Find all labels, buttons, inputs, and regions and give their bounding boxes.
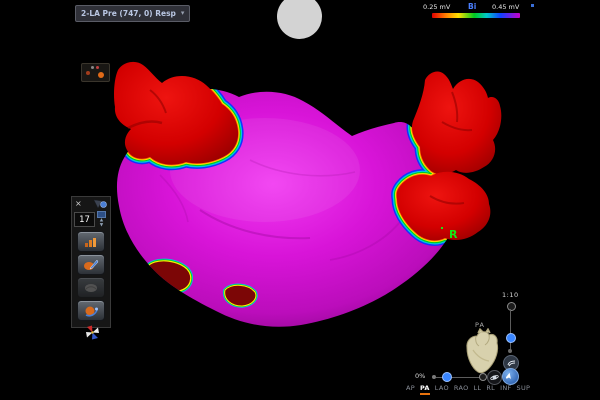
point-marker-button[interactable]	[77, 300, 105, 321]
map-edit-icon	[83, 259, 99, 271]
rotate-view-button[interactable]	[502, 368, 519, 385]
spinner-value[interactable]: 17	[74, 212, 95, 227]
right-upper-pv-region	[412, 72, 501, 175]
zoom-slider-track[interactable]	[510, 309, 511, 350]
left-pv-region	[114, 62, 238, 165]
carto-mapping-window: R 2-LA Pre (747, 0) Resp ▾ 0.25 mV Bi 0.…	[0, 0, 600, 400]
scale-max-label[interactable]: 0.45 mV	[492, 3, 519, 11]
zoom-slider-handle[interactable]	[506, 333, 516, 343]
opacity-value-label: 0%	[415, 372, 425, 380]
view-button-inf[interactable]: INF	[500, 384, 511, 393]
voltage-map-icon	[83, 236, 99, 248]
view-button-pa[interactable]: PA	[420, 384, 430, 395]
heart-orientation-icon[interactable]	[463, 328, 501, 376]
view-button-ll[interactable]: LL	[474, 384, 482, 393]
chevron-down-icon: ▾	[181, 10, 185, 17]
map-selector-label: 2-LA Pre (747, 0) Resp	[81, 9, 176, 18]
marker-dot-icon	[86, 71, 90, 75]
map-edit-button[interactable]	[77, 254, 105, 275]
fill-threshold-spinner: 17 ▲ ▼	[72, 210, 110, 229]
opacity-slider-end-knob[interactable]	[479, 373, 487, 381]
point-marker-icon	[83, 305, 99, 317]
pinwheel-icon[interactable]	[84, 324, 101, 341]
opacity-slider-handle[interactable]	[442, 372, 452, 382]
view-button-sup[interactable]: SUP	[517, 384, 531, 393]
scale-min-label[interactable]: 0.25 mV	[423, 3, 450, 11]
zoom-slider-top-knob[interactable]	[507, 302, 516, 311]
voltage-map-button[interactable]	[77, 231, 105, 252]
close-icon[interactable]: ×	[75, 200, 82, 208]
annotation-thumbnail[interactable]	[81, 63, 110, 82]
marker-dot	[441, 227, 443, 229]
view-button-rao[interactable]: RAO	[454, 384, 469, 393]
view-button-ap[interactable]: AP	[406, 384, 415, 393]
marker-dot-icon	[96, 66, 99, 69]
orientation-marker-label: R	[449, 228, 458, 241]
hand-icon	[507, 360, 516, 367]
view-button-rl[interactable]: RL	[486, 384, 495, 393]
view-button-lao[interactable]: LAO	[435, 384, 449, 393]
orbit-view-button[interactable]	[487, 370, 502, 385]
surface-tool-icon	[83, 282, 99, 294]
orbit-icon	[490, 373, 499, 382]
view-orientation-bar: AP PA LAO RAO LL RL INF SUP	[406, 384, 530, 395]
marker-dot-icon	[98, 72, 104, 78]
flag-icon[interactable]	[93, 199, 107, 209]
voltage-color-scale-bar[interactable]	[432, 13, 520, 18]
scale-type-label[interactable]: Bi	[468, 2, 476, 11]
map-selector-dropdown[interactable]: 2-LA Pre (747, 0) Resp ▾	[75, 5, 190, 22]
surface-tool-button	[77, 277, 105, 298]
zoom-ratio-label: 1:10	[502, 291, 519, 299]
indicator-dot	[531, 4, 534, 7]
cursor-arrow-icon	[506, 372, 515, 381]
tool-palette: × 17 ▲ ▼	[71, 196, 111, 328]
spin-down-icon[interactable]: ▼	[100, 224, 103, 229]
marker-dot-icon	[91, 66, 94, 69]
spinner-option-icon[interactable]	[97, 211, 106, 218]
zoom-slider-end-dot	[508, 349, 512, 353]
